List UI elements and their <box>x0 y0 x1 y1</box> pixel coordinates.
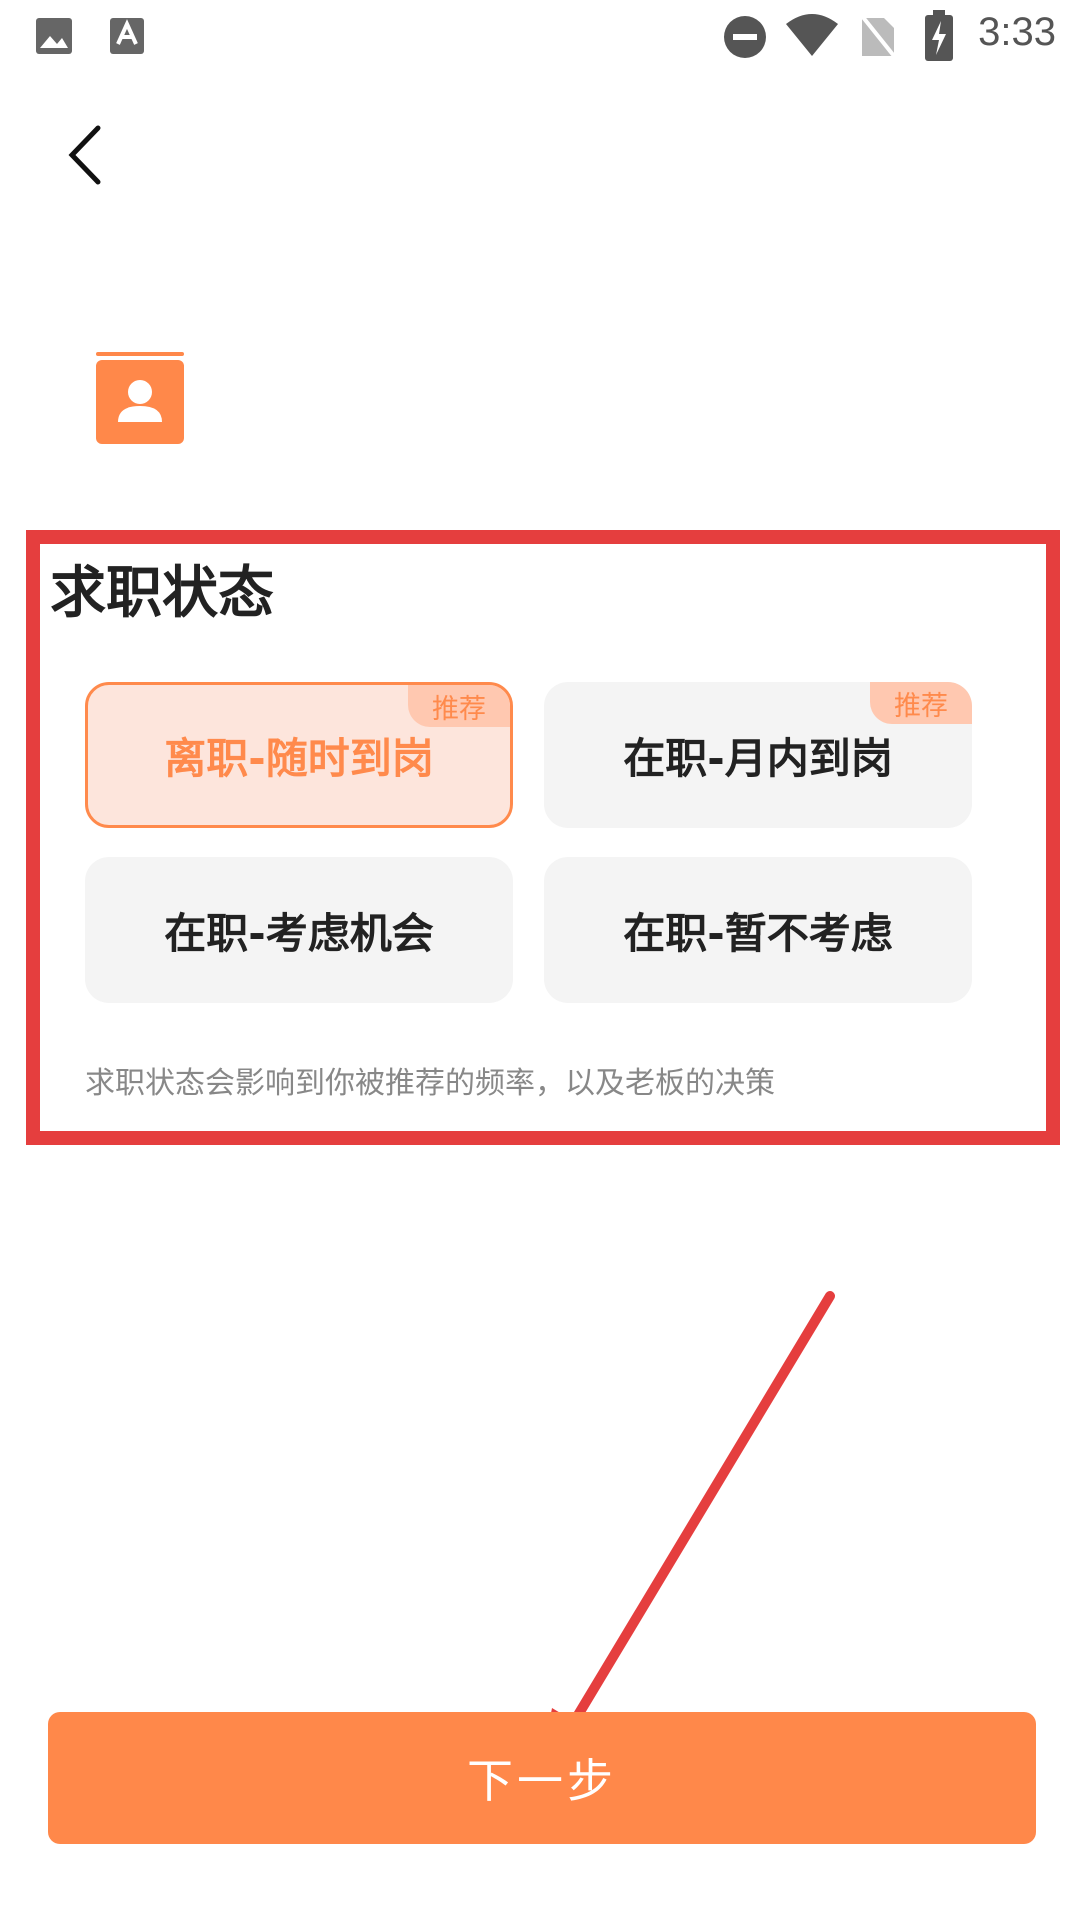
no-sim-icon <box>860 14 896 58</box>
option-label: 在职-考虑机会 <box>164 908 434 958</box>
image-icon <box>36 18 72 54</box>
do-not-disturb-icon <box>724 16 766 58</box>
page-title: 求职状态 <box>50 561 274 626</box>
option-label: 在职-暂不考虑 <box>623 908 893 958</box>
profile-card-icon <box>96 352 184 444</box>
wifi-icon <box>786 14 838 56</box>
hint-text: 求职状态会影响到你被推荐的频率，以及老板的决策 <box>85 1066 775 1101</box>
option-employed-within-month[interactable]: 在职-月内到岗 推荐 <box>544 682 972 828</box>
recommend-tag: 推荐 <box>408 685 510 727</box>
font-download-icon <box>110 18 144 54</box>
status-bar: 3:33 <box>0 0 1080 72</box>
option-label: 离职-随时到岗 <box>164 733 434 783</box>
status-time: 3:33 <box>978 10 1056 54</box>
option-employed-considering[interactable]: 在职-考虑机会 <box>85 857 513 1003</box>
option-employed-not-considering[interactable]: 在职-暂不考虑 <box>544 857 972 1003</box>
battery-charging-icon <box>925 10 953 61</box>
next-button[interactable]: 下一步 <box>48 1712 1036 1844</box>
option-label: 在职-月内到岗 <box>623 733 893 783</box>
option-resigned-immediate[interactable]: 离职-随时到岗 推荐 <box>85 682 513 828</box>
chevron-left-icon <box>68 125 101 185</box>
next-button-label: 下一步 <box>467 1754 617 1808</box>
back-button[interactable] <box>52 120 122 190</box>
recommend-tag: 推荐 <box>870 682 972 724</box>
